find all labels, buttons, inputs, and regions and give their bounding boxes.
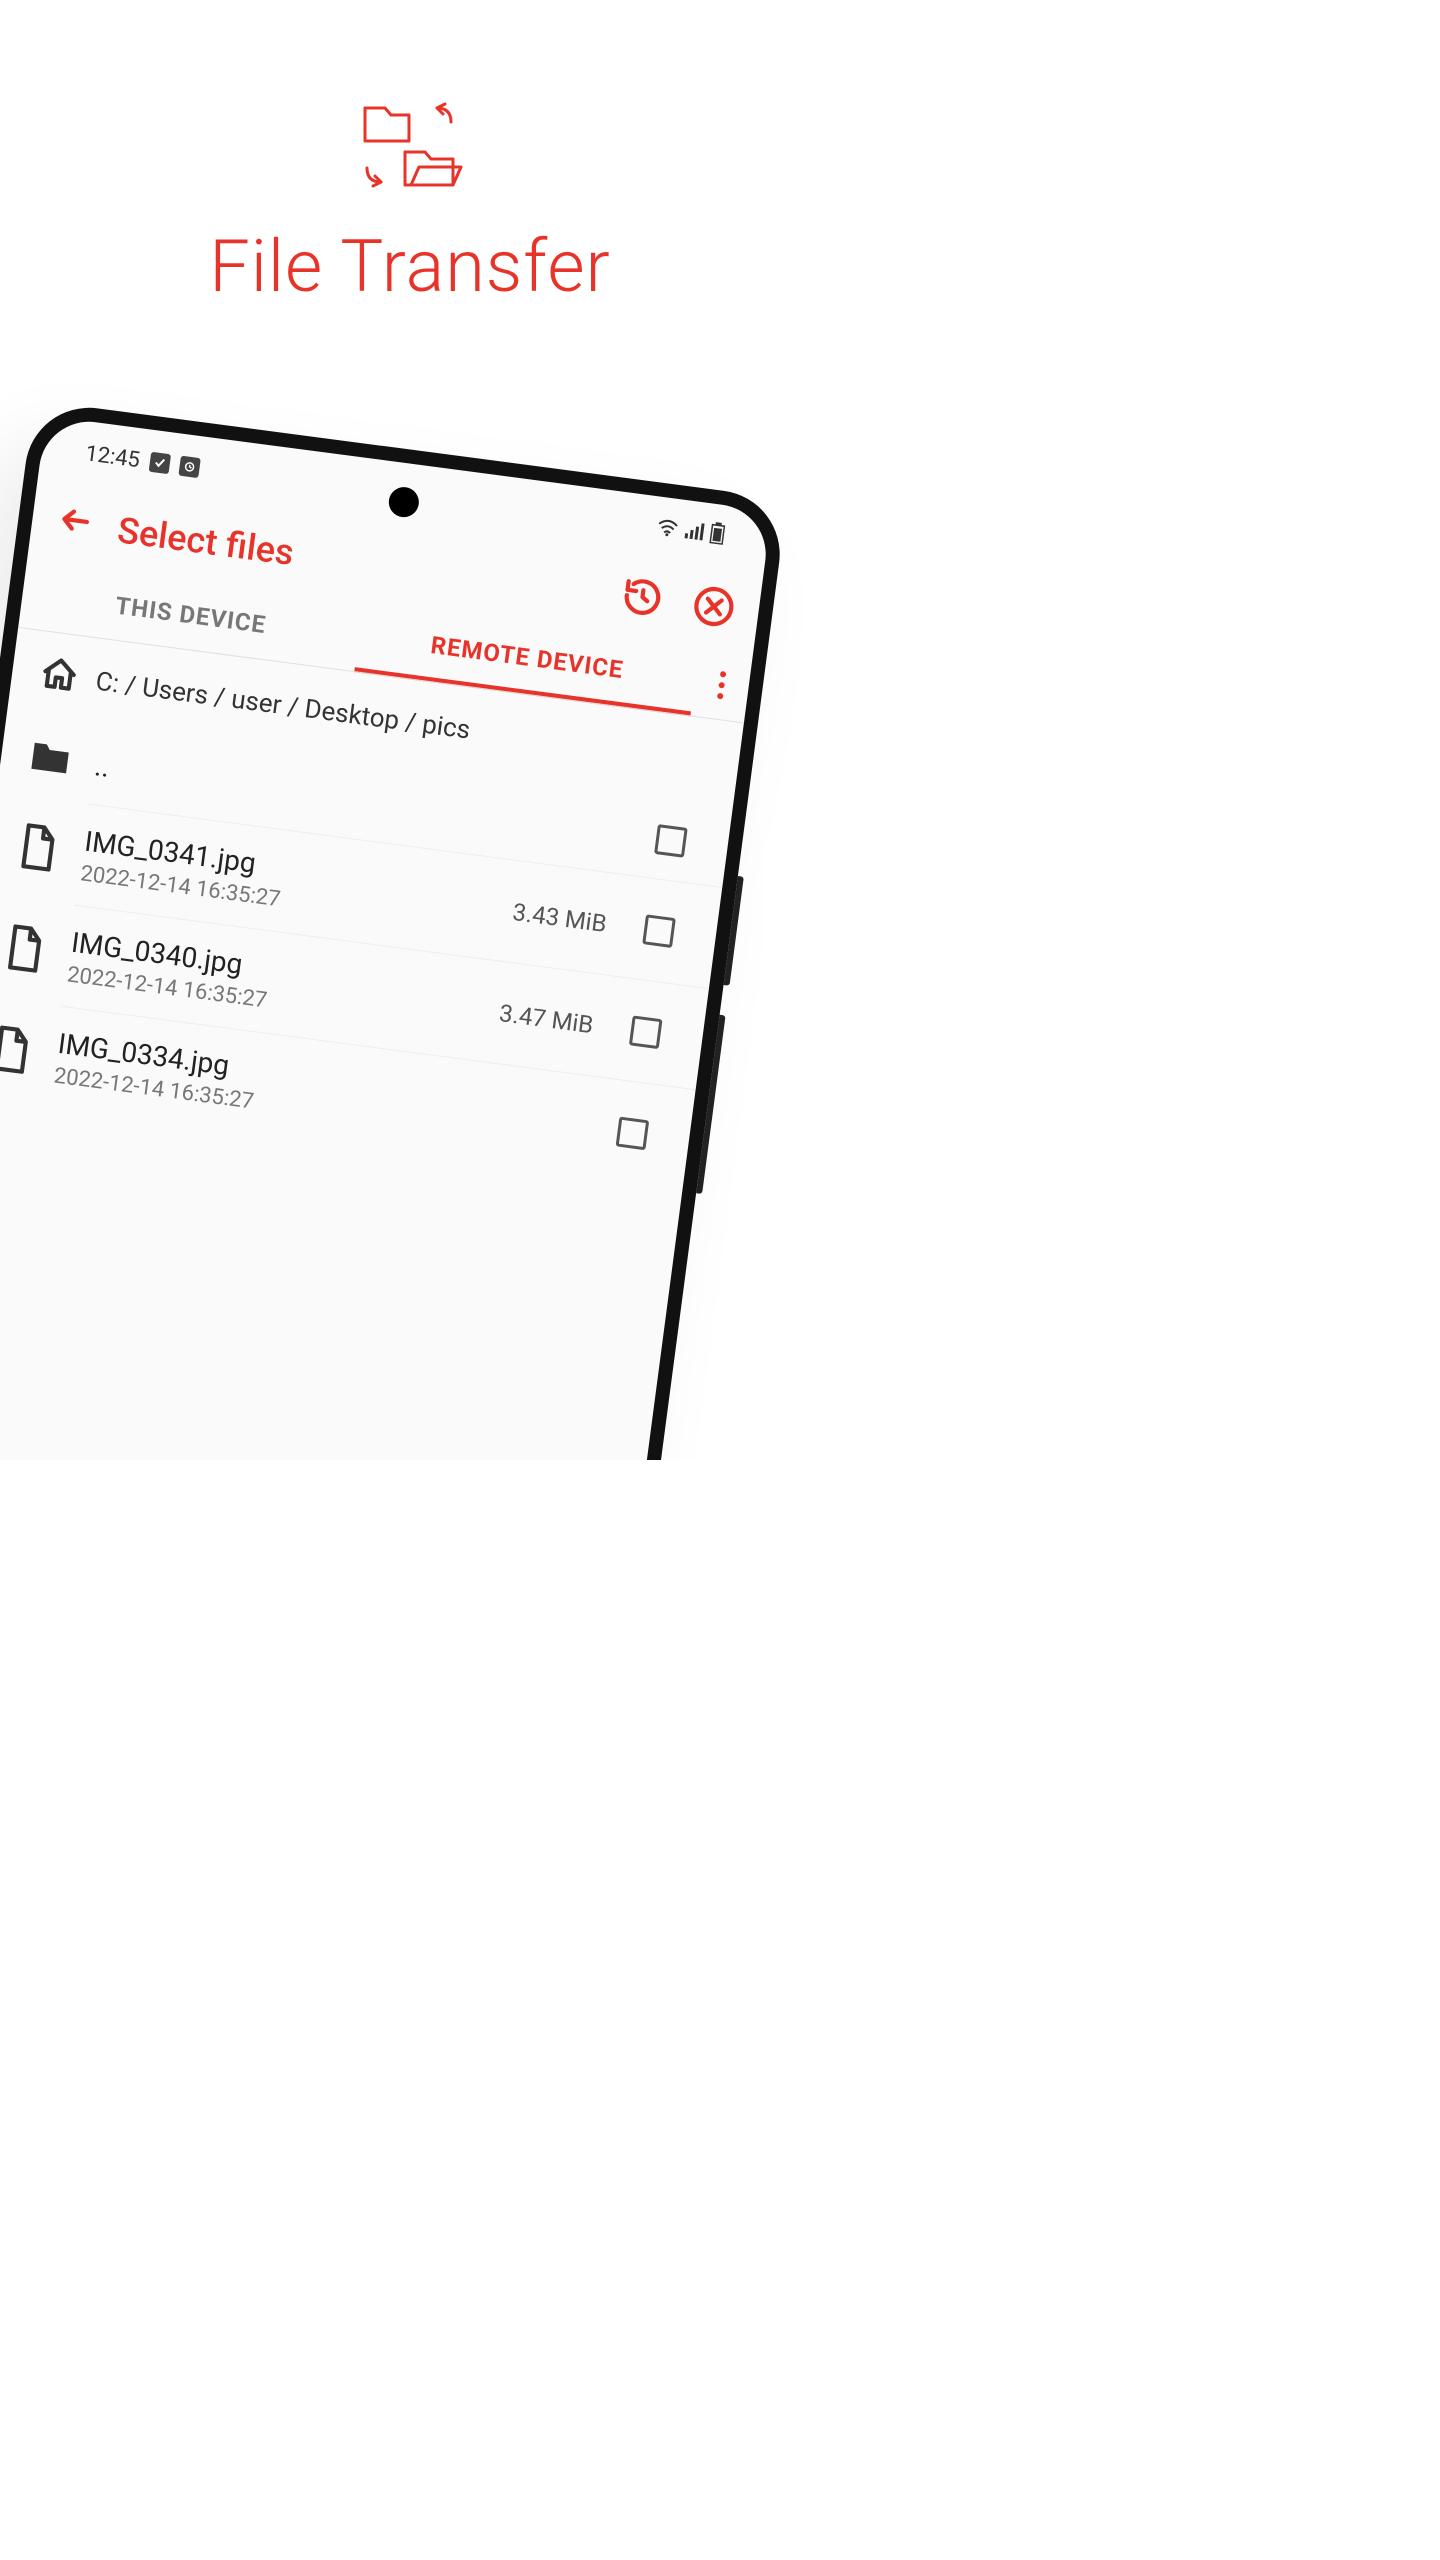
file-icon — [14, 821, 62, 878]
statusbar-time: 12:45 — [84, 441, 142, 473]
hero: File Transfer — [0, 0, 820, 309]
checkbox[interactable] — [654, 824, 688, 858]
phone-screen: 12:45 — [0, 416, 772, 1460]
statusbar-right — [655, 514, 726, 551]
clock-icon — [178, 456, 200, 478]
more-button[interactable] — [690, 647, 753, 723]
file-size: 3.47 MiB — [498, 999, 595, 1039]
phone-side-button — [724, 876, 744, 986]
statusbar-left: 12:45 — [84, 441, 201, 481]
wifi-icon — [655, 516, 680, 544]
phone-body: 12:45 — [0, 400, 787, 1460]
promo-page: File Transfer 12:45 — [0, 0, 820, 1460]
signal-icon — [683, 520, 706, 547]
tab-label: THIS DEVICE — [114, 592, 268, 640]
file-size: 3.43 MiB — [511, 898, 608, 938]
checkbox[interactable] — [642, 914, 676, 948]
check-icon — [148, 452, 170, 474]
folder-icon — [27, 737, 74, 782]
history-button[interactable] — [611, 565, 673, 634]
file-icon — [0, 1023, 36, 1080]
phone-mockup: 12:45 — [0, 400, 820, 1460]
checkbox[interactable] — [629, 1015, 663, 1049]
file-transfer-icon — [355, 90, 465, 204]
tab-label: REMOTE DEVICE — [429, 631, 625, 684]
checkbox[interactable] — [616, 1117, 650, 1151]
appbar-title: Select files — [115, 509, 296, 574]
file-icon — [1, 922, 49, 979]
home-icon[interactable] — [38, 653, 81, 700]
hero-title: File Transfer — [0, 224, 820, 309]
battery-icon — [708, 522, 726, 552]
back-button[interactable] — [46, 492, 103, 557]
close-button[interactable] — [683, 574, 745, 643]
